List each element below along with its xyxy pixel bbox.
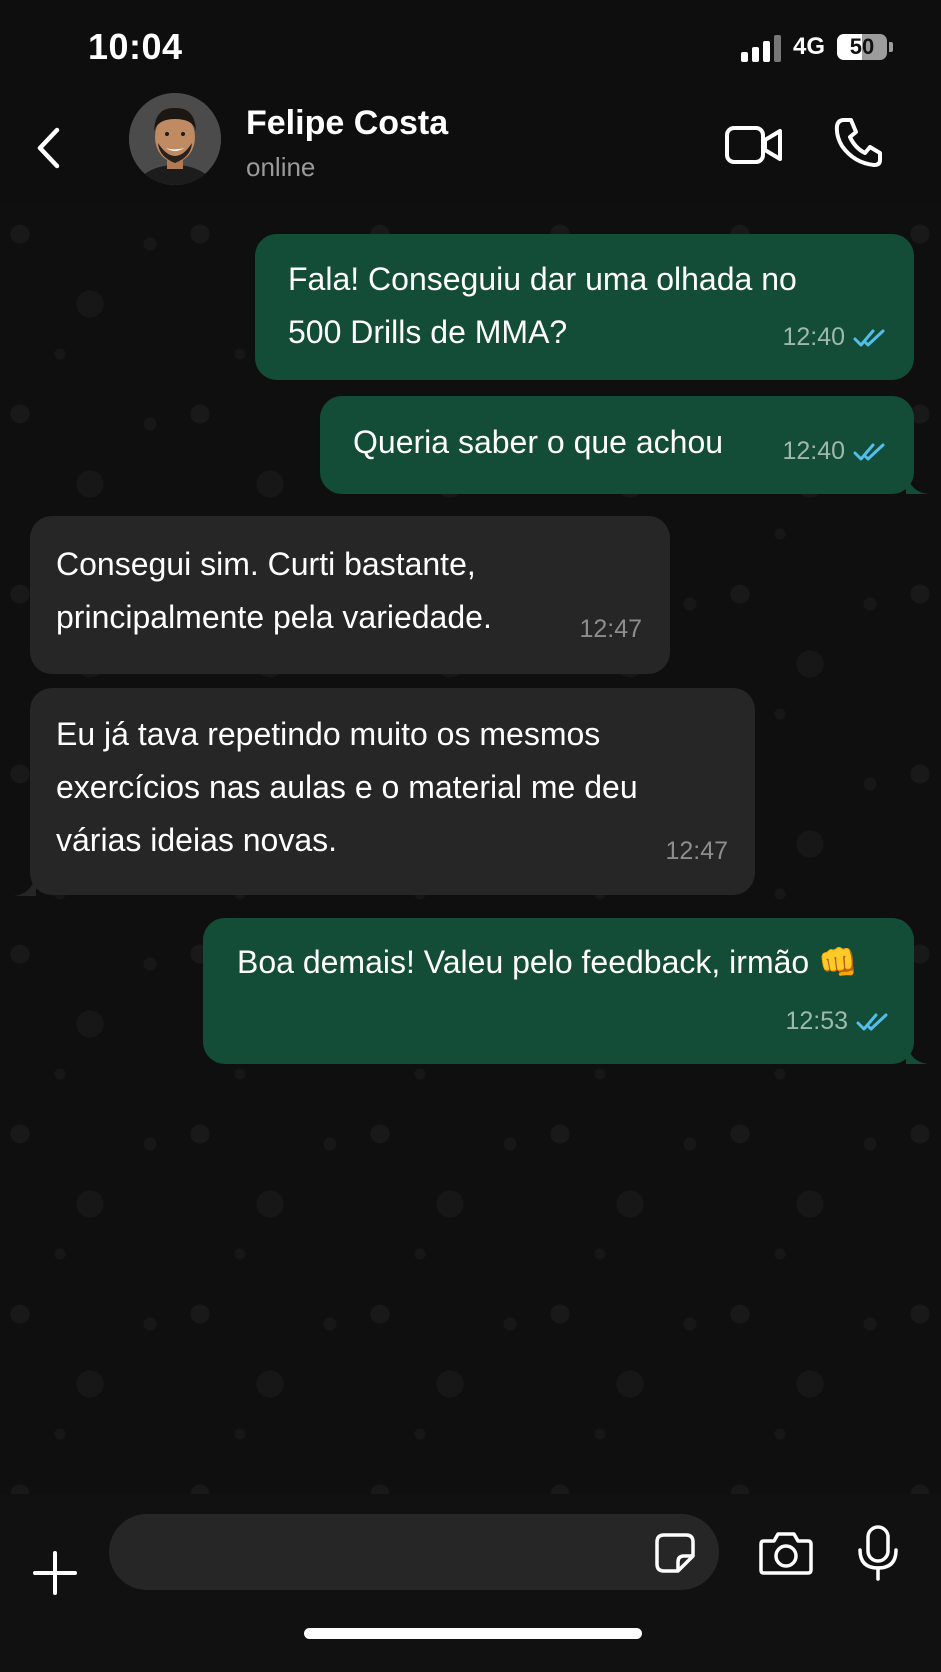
camera-icon [759,1532,813,1575]
signal-strength-icon [740,32,781,62]
bubble-tail [906,472,928,494]
plus-icon [33,1551,77,1595]
message-meta: 12:53 [785,995,892,1048]
message-outgoing[interactable]: Queria saber o que achou 12:40 [320,396,914,494]
microphone-button[interactable] [856,1524,900,1582]
message-text: Eu já tava repetindo muito os mesmos exe… [56,716,638,858]
battery-tip [889,42,893,52]
voice-call-button[interactable] [834,116,882,168]
message-outgoing[interactable]: Fala! Conseguiu dar uma olhada no 500 Dr… [255,234,914,380]
message-meta: 12:40 [782,425,889,478]
chevron-left-icon [37,127,60,169]
message-meta: 12:47 [665,825,728,878]
bubble-tail [14,874,36,896]
camera-button[interactable] [758,1530,814,1576]
status-indicators: 4G 50 [740,32,893,62]
contact-name[interactable]: Felipe Costa [246,104,448,143]
microphone-icon [858,1525,898,1581]
message-incoming[interactable]: Eu já tava repetindo muito os mesmos exe… [30,688,755,895]
message-meta: 12:40 [782,311,889,364]
home-indicator[interactable] [304,1628,642,1639]
message-input[interactable] [109,1514,719,1590]
message-text: Consegui sim. Curti bastante, principalm… [56,546,492,635]
battery-level: 50 [849,34,875,59]
message-time: 12:40 [782,323,845,351]
message-time: 12:47 [579,615,642,643]
message-meta: 12:47 [579,603,642,656]
chat-area[interactable]: Fala! Conseguiu dar uma olhada no 500 Dr… [0,204,941,1494]
back-button[interactable] [30,118,70,178]
input-bar [0,1494,941,1672]
status-bar: 10:04 4G 50 [0,0,941,92]
message-time: 12:53 [785,1007,848,1035]
bubble-tail [906,1042,928,1064]
video-camera-icon [725,126,782,164]
attach-button[interactable] [32,1550,78,1596]
status-time: 10:04 [88,26,183,67]
phone-icon [834,118,882,167]
double-check-icon [856,1013,888,1030]
message-time: 12:47 [665,837,728,865]
message-time: 12:40 [782,437,845,465]
avatar[interactable] [129,93,221,185]
message-outgoing[interactable]: Boa demais! Valeu pelo feedback, irmão 👊… [203,918,914,1064]
double-check-icon [853,329,885,346]
network-type: 4G [792,33,825,60]
contact-status: online [246,152,316,182]
battery-icon: 50 [837,34,887,60]
double-check-icon [853,443,885,460]
sticker-button[interactable] [654,1532,696,1574]
message-incoming[interactable]: Consegui sim. Curti bastante, principalm… [30,516,670,674]
sticker-icon [655,1533,695,1573]
chat-header: Felipe Costa online [0,92,941,204]
video-call-button[interactable] [724,122,784,168]
avatar-image [129,93,221,185]
message-text: Boa demais! Valeu pelo feedback, irmão 👊 [237,944,858,980]
